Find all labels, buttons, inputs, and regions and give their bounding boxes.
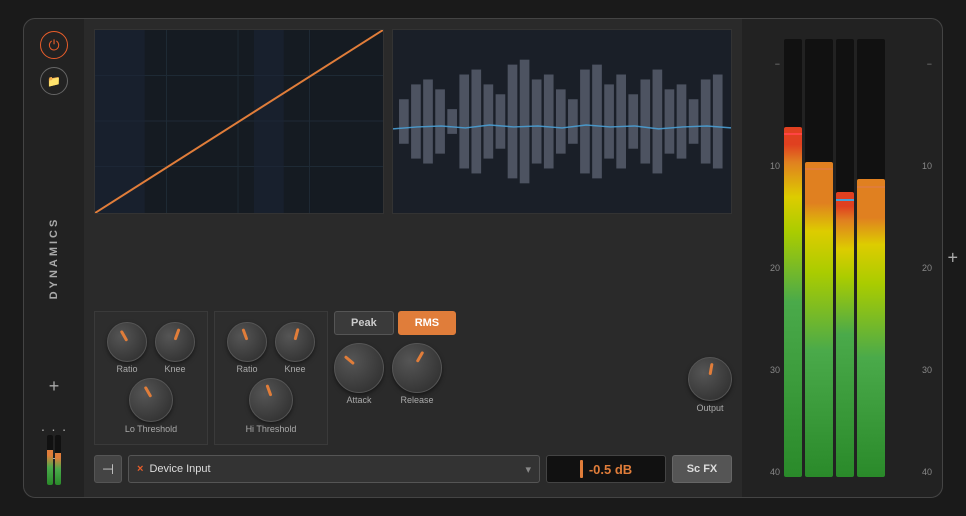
hi-knob-row: Ratio Knee [227,322,315,374]
device-close-icon: × [137,463,143,475]
scale-right-20: 20 [904,263,932,273]
attack-label: Attack [346,395,371,405]
meter-bar-2-bg [805,39,833,477]
lo-section: Ratio Knee Lo Threshold [94,311,208,445]
hi-knee-group: Knee [275,322,315,374]
output-section: Output [688,311,732,413]
sc-fx-button[interactable]: Sc FX [672,455,732,483]
lo-threshold-knob[interactable] [129,378,173,422]
meter-bar-4-bg [857,39,885,477]
hi-section: Ratio Knee Hi Threshold [214,311,328,445]
meter-bar-3-fill [836,192,854,477]
output-knob[interactable] [688,357,732,401]
meter-bar-4-container [857,39,885,477]
device-input-select[interactable]: × Device Input ▾ [128,455,540,483]
scale-right-minus-top: − [904,59,932,69]
meter-bar-2-container [805,39,833,477]
peak-button[interactable]: Peak [334,311,394,335]
power-button[interactable]: ⏻ [40,31,68,59]
rms-button[interactable]: RMS [398,311,456,335]
lo-knob-row: Ratio Knee [107,322,195,374]
gain-value: -0.5 dB [589,462,632,477]
gain-display: -0.5 dB [546,455,666,483]
meter-bar-3-bg [836,39,854,477]
hi-knee-knob[interactable] [275,322,315,362]
meter-bar-2-fill [805,162,833,477]
release-knob[interactable] [392,343,442,393]
sidebar: ⏻ 📁 DYNAMICS + · · · ↦ [24,19,84,497]
release-group: Release [392,343,442,405]
scale-right-40: 40 [904,467,932,477]
lo-ratio-group: Ratio [107,322,147,374]
scale-minus-top: − [752,59,780,69]
plugin-container: ⏻ 📁 DYNAMICS + · · · ↦ [23,18,943,498]
mini-meter-left [47,435,53,485]
scale-40: 40 [752,467,780,477]
scale-10: 10 [752,161,780,171]
scale-right-30: 30 [904,365,932,375]
meter-bar-1-fill [784,127,802,477]
lo-threshold-group: Lo Threshold [107,378,195,434]
hi-ratio-group: Ratio [227,322,267,374]
plugin-name: DYNAMICS [48,217,60,300]
lo-ratio-label: Ratio [116,364,137,374]
peak-rms-btn-row: Peak RMS [334,311,682,335]
controls-row: Ratio Knee Lo Threshold Rat [94,311,732,445]
hi-threshold-label: Hi Threshold [246,424,297,434]
meter-bar-1-container [784,39,802,477]
folder-button[interactable]: 📁 [40,67,68,95]
lo-threshold-label: Lo Threshold [125,424,177,434]
dropdown-arrow-icon: ▾ [525,463,531,476]
lo-ratio-knob[interactable] [107,322,147,362]
scale-30: 30 [752,365,780,375]
sidebar-level-meters [47,435,61,485]
meter-bar-1-bg [784,39,802,477]
attack-group: Attack [334,343,384,405]
meter-bar-2-peak [805,168,833,170]
scale-20: 20 [752,263,780,273]
mini-meter-right-fill [55,453,61,486]
meter-bar-4-fill [857,179,885,477]
release-label: Release [400,395,433,405]
meter-bar-4-peak [857,186,885,188]
peak-rms-section: Peak RMS Attack Release [334,311,682,405]
meter-scale-left: − 10 20 30 40 [752,29,780,487]
hi-ratio-label: Ratio [236,364,257,374]
meter-section: − 10 20 30 40 [742,19,942,497]
mini-meter-right [55,435,61,485]
device-icon-button[interactable]: ⊣ [94,455,122,483]
lo-knee-group: Knee [155,322,195,374]
transfer-curve-display [94,29,384,214]
bottom-bar: ⊣ × Device Input ▾ -0.5 dB Sc FX [94,451,732,487]
hi-knee-label: Knee [284,364,305,374]
attack-knob[interactable] [334,343,384,393]
displays-row [94,29,732,305]
mini-meter-left-fill [47,450,53,485]
meter-bar-3-container [836,39,854,477]
hi-ratio-knob[interactable] [227,322,267,362]
attack-release-row: Attack Release [334,343,682,405]
hi-threshold-group: Hi Threshold [227,378,315,434]
main-content: Ratio Knee Lo Threshold Rat [84,19,742,497]
meters-group [784,29,900,487]
meter-scale-right: − 10 20 30 40 [904,29,932,487]
gain-bar [580,460,583,478]
meter-bar-3-peak [836,199,854,201]
add-left-button[interactable]: + [49,376,60,397]
lo-knee-label: Knee [164,364,185,374]
hi-threshold-knob[interactable] [249,378,293,422]
device-label: Device Input [149,463,210,475]
lo-knee-knob[interactable] [155,322,195,362]
meter-bar-1-peak [784,133,802,135]
add-right-button[interactable]: + [947,248,958,269]
scale-right-10: 10 [904,161,932,171]
waveform-display [392,29,732,214]
output-label: Output [696,403,723,413]
